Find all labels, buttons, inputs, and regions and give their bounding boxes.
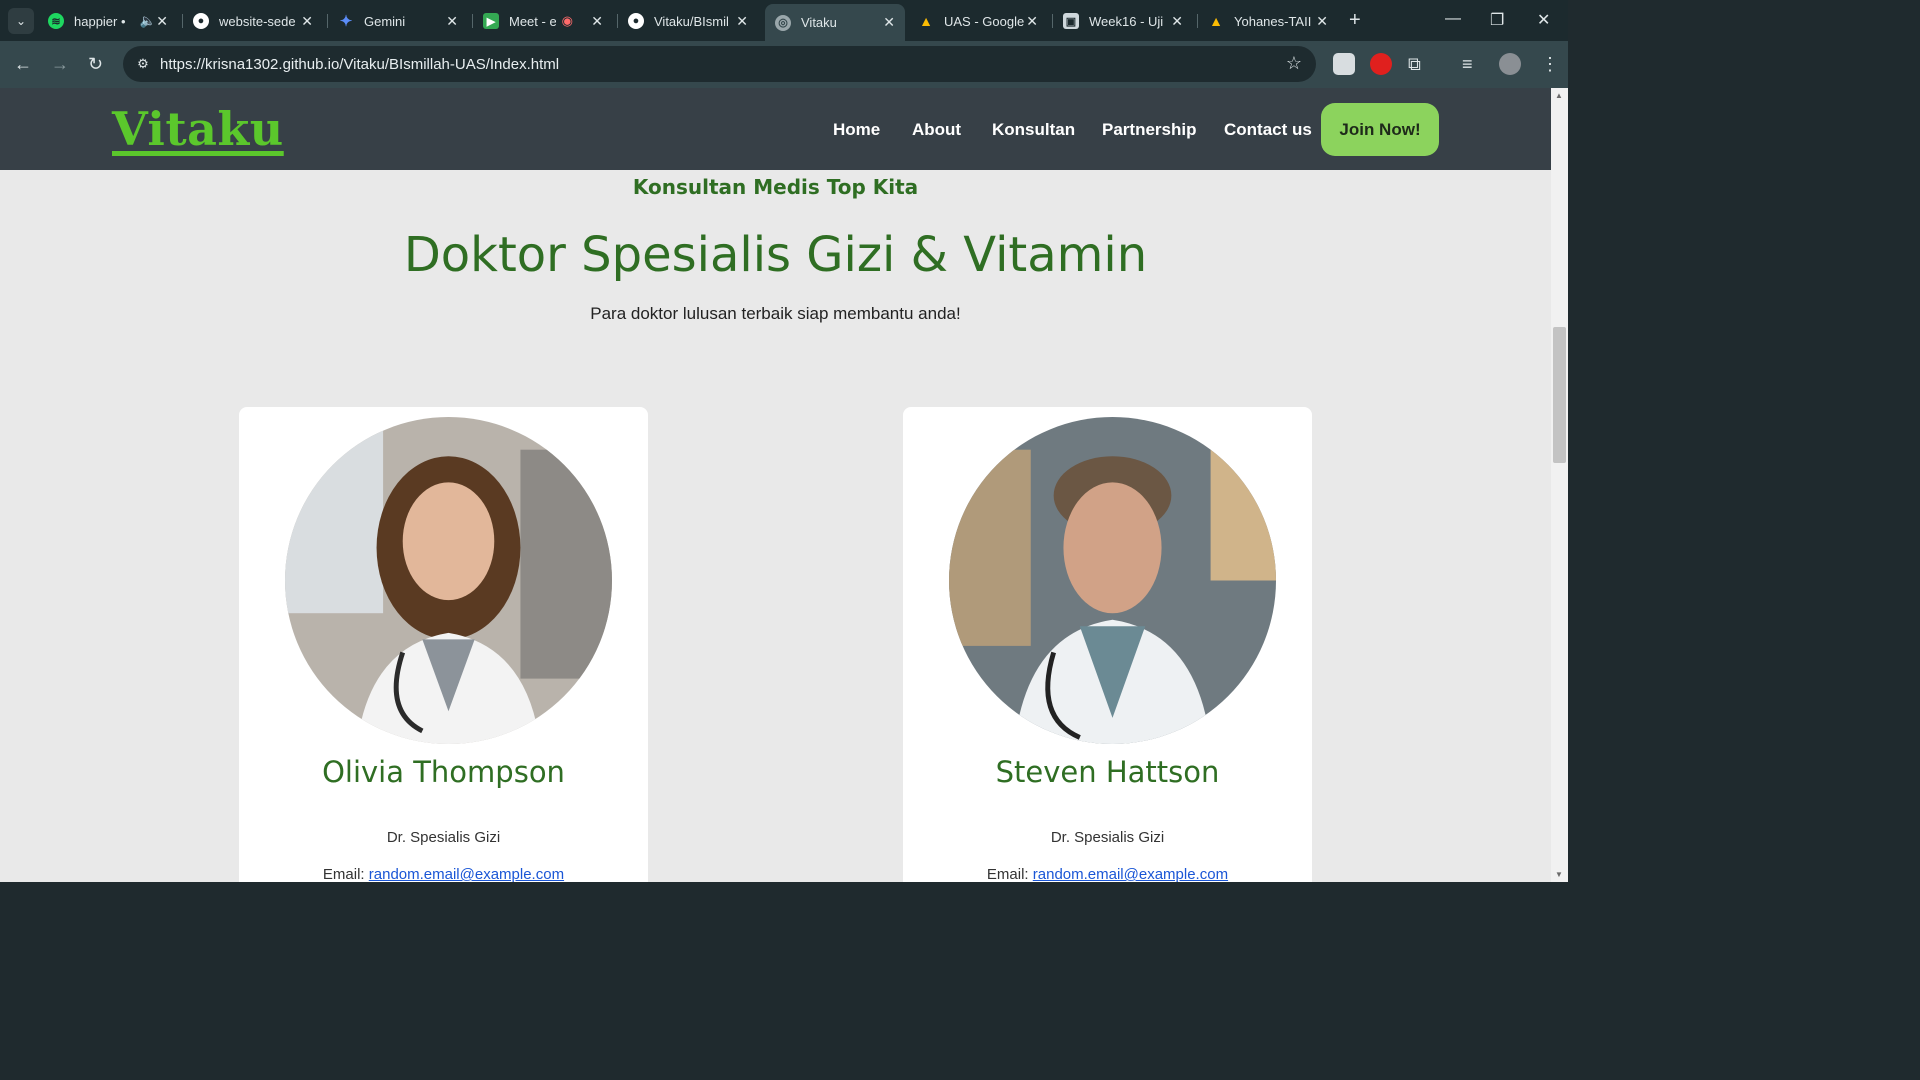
close-icon[interactable]: ✕ [446,13,458,30]
section-title: Doktor Spesialis Gizi & Vitamin [403,227,1148,283]
tab-title: Gemini [364,13,406,29]
doctor-name: Olivia Thompson [322,755,565,789]
close-icon[interactable]: ✕ [736,13,748,30]
tab-7[interactable]: ▲ UAS - Google ✕ [908,6,1048,36]
new-tab-icon[interactable]: + [1349,9,1361,32]
close-icon[interactable]: ✕ [883,14,895,31]
doctor-email-line: Email: random.email@example.com [903,866,1312,882]
media-control-icon[interactable]: ≡ [1462,54,1473,75]
tab-title: happier • [74,13,126,29]
address-bar[interactable]: ⚙ https://krisna1302.github.io/Vitaku/BI… [123,46,1316,82]
window-close-icon[interactable]: ✕ [1537,10,1550,30]
tab-title: Meet - ex [509,13,556,29]
bookmark-star-icon[interactable]: ☆ [1286,53,1302,74]
doctor-name: Steven Hattson [995,755,1220,789]
recording-icon: ◉ [561,13,573,28]
drive-icon: ▲ [919,13,933,29]
page-viewport: Vitaku Home About Konsultan Partnership … [0,88,1551,882]
join-now-button[interactable]: Join Now! [1321,103,1439,156]
forward-icon[interactable]: → [51,54,69,75]
tab-title: Vitaku/BIsmil [654,13,729,29]
nav-about[interactable]: About [912,120,961,140]
close-icon[interactable]: ✕ [1316,13,1328,30]
gemini-icon: ✦ [339,13,353,30]
tab-strip: ⌄ ≋ happier • 🔈 ✕ ● website-sede ✕ ✦ Gem… [0,0,1568,41]
tab-9[interactable]: ▲ Yohanes-TAII ✕ [1198,6,1338,36]
tab-1[interactable]: ≋ happier • 🔈 ✕ [38,6,178,36]
tab-title: Vitaku [801,15,837,30]
menu-kebab-icon[interactable]: ⋮ [1541,54,1559,75]
tab-3[interactable]: ✦ Gemini ✕ [328,6,468,36]
scroll-down-arrow-icon[interactable]: ▼ [1555,870,1563,879]
reload-icon[interactable]: ↻ [88,54,103,75]
nav-contact[interactable]: Contact us [1224,120,1312,140]
doctor-photo [949,417,1276,744]
nav-partnership[interactable]: Partnership [1102,120,1196,140]
classroom-icon: ▣ [1063,13,1079,29]
globe-icon: ◎ [775,14,791,31]
doctor-card: Steven Hattson Dr. Spesialis Gizi Email:… [903,407,1312,882]
close-icon[interactable]: ✕ [1026,13,1038,30]
drive-icon: ▲ [1209,13,1223,29]
nav-home[interactable]: Home [833,120,880,140]
site-header: Vitaku Home About Konsultan Partnership … [0,88,1551,170]
tab-title: UAS - Google [944,13,1025,29]
site-info-icon[interactable]: ⚙ [133,54,153,74]
tab-4[interactable]: ▶ Meet - ex ◉ ✕ [473,6,613,36]
extensions-puzzle-icon[interactable]: ⧉ [1408,54,1421,75]
section-eyebrow: Konsultan Medis Top Kita [632,175,919,199]
tab-5[interactable]: ● Vitaku/BIsmil ✕ [618,6,758,36]
profile-avatar-icon[interactable] [1499,53,1521,75]
close-icon[interactable]: ✕ [1171,13,1183,30]
tab-search-icon[interactable]: ⌄ [8,8,34,34]
minimize-icon[interactable]: — [1445,10,1461,28]
close-icon[interactable]: ✕ [301,13,313,30]
speaker-icon[interactable]: 🔈 [140,13,156,29]
close-icon[interactable]: ✕ [591,13,603,30]
site-logo[interactable]: Vitaku [112,102,284,156]
spotify-icon: ≋ [48,13,64,29]
github-icon: ● [193,13,209,29]
tab-title: website-sede [219,13,296,29]
doctor-email-link[interactable]: random.email@example.com [1033,866,1228,882]
tab-8[interactable]: ▣ Week16 - Uji ✕ [1053,6,1193,36]
meet-icon: ▶ [483,13,499,29]
extension-icon[interactable] [1333,53,1355,75]
nav-konsultan[interactable]: Konsultan [992,120,1075,140]
tab-title: Week16 - Uji [1089,13,1164,29]
url-text[interactable]: https://krisna1302.github.io/Vitaku/BIsm… [160,56,559,73]
doctor-photo [285,417,612,744]
section-subtitle: Para doktor lulusan terbaik siap membant… [590,304,961,323]
doctor-card: Olivia Thompson Dr. Spesialis Gizi Email… [239,407,648,882]
tab-2[interactable]: ● website-sede ✕ [183,6,323,36]
email-label: Email: [986,866,1029,882]
back-icon[interactable]: ← [14,54,32,75]
doctor-role: Dr. Spesialis Gizi [386,829,501,846]
tab-title: Yohanes-TAII [1234,13,1312,29]
restore-icon[interactable]: ❐ [1490,10,1504,30]
doctor-email-link[interactable]: random.email@example.com [369,866,564,882]
github-icon: ● [628,13,644,29]
adblock-icon[interactable] [1370,53,1392,75]
doctor-role: Dr. Spesialis Gizi [1050,829,1165,846]
doctor-email-line: Email: random.email@example.com [239,866,648,882]
tab-active[interactable]: ◎ Vitaku ✕ [765,4,905,41]
close-icon[interactable]: ✕ [156,13,168,30]
email-label: Email: [322,866,365,882]
scroll-up-arrow-icon[interactable]: ▲ [1555,91,1563,100]
page-scrollbar[interactable]: ▲ ▼ [1551,88,1568,882]
scrollbar-thumb[interactable] [1553,327,1566,463]
browser-toolbar: ← → ↻ ⚙ https://krisna1302.github.io/Vit… [0,41,1568,88]
